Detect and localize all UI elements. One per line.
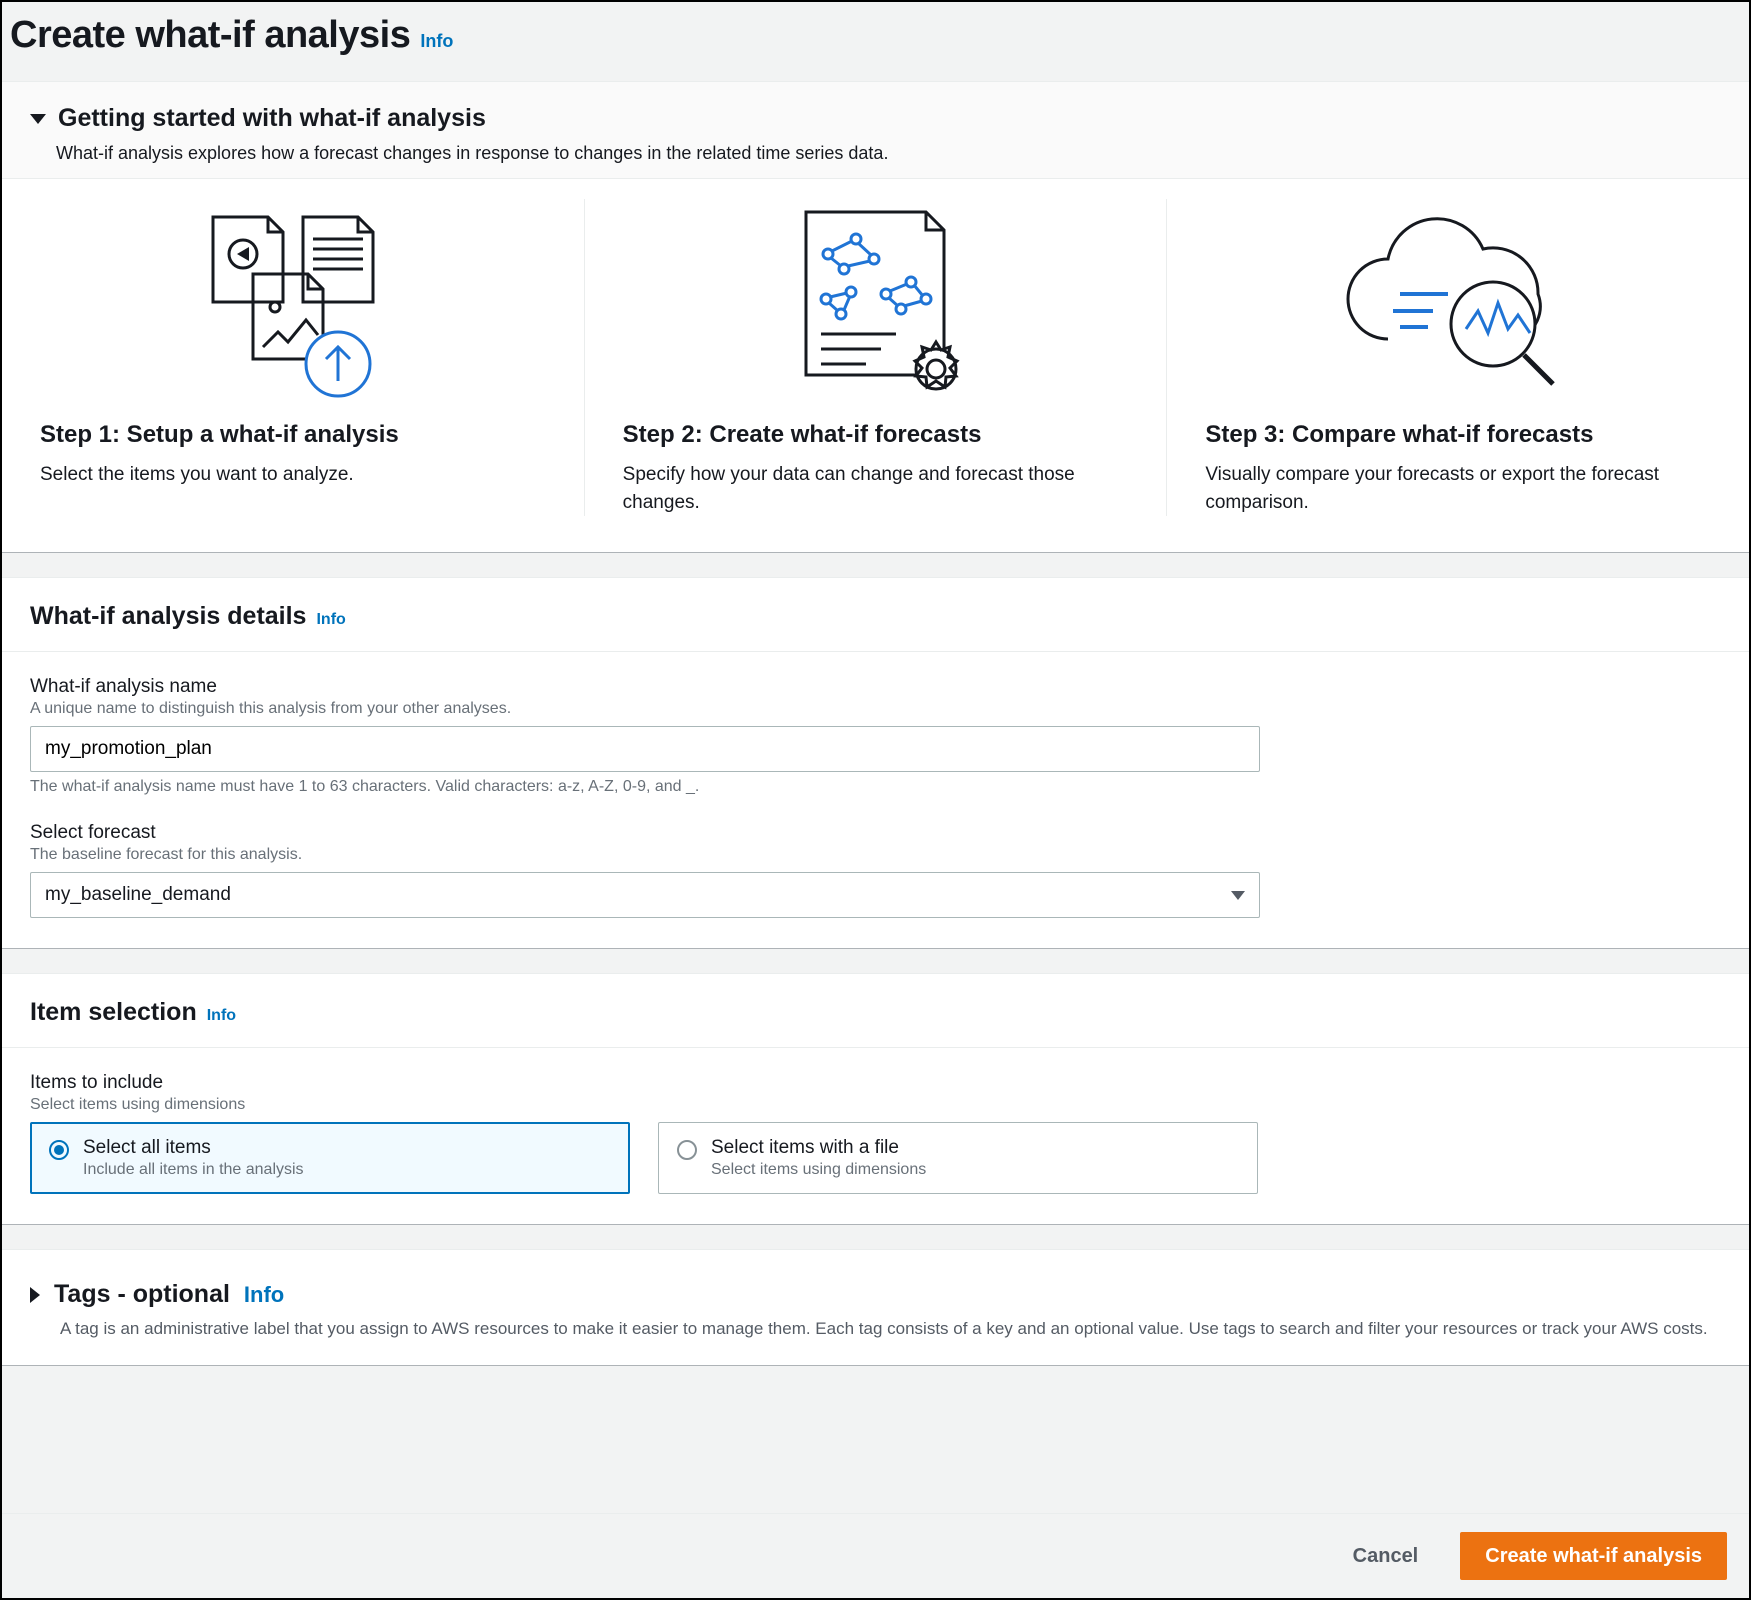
caret-down-icon [30,114,46,124]
item-selection-panel: Item selection Info Items to include Sel… [2,973,1749,1225]
step-2-title: Step 2: Create what-if forecasts [623,421,1129,449]
chevron-down-icon [1231,891,1245,900]
step-3-desc: Visually compare your forecasts or expor… [1205,461,1711,516]
create-button[interactable]: Create what-if analysis [1460,1532,1727,1580]
step-3-title: Step 3: Compare what-if forecasts [1205,421,1711,449]
details-title: What-if analysis details [30,602,306,631]
name-constraint: The what-if analysis name must have 1 to… [30,778,1721,796]
tags-toggle[interactable]: Tags - optional Info [30,1280,1721,1309]
item-selection-title: Item selection [30,998,197,1027]
items-hint: Select items using dimensions [30,1096,1721,1114]
cloud-analysis-icon [1205,199,1711,409]
step-1-desc: Select the items you want to analyze. [40,461,546,489]
name-input[interactable] [45,727,1245,771]
tile-select-items-file[interactable]: Select items with a file Select items us… [658,1122,1258,1194]
forecast-select[interactable]: my_baseline_demand [30,872,1260,918]
details-panel: What-if analysis details Info What-if an… [2,577,1749,949]
caret-right-icon [30,1287,40,1303]
forecast-label: Select forecast [30,822,1721,844]
tile-title: Select all items [83,1137,304,1159]
page-header: Create what-if analysis Info [2,2,1749,81]
step-2: Step 2: Create what-if forecasts Specify… [585,199,1168,516]
step-3: Step 3: Compare what-if forecasts Visual… [1167,199,1749,516]
item-selection-info-link[interactable]: Info [207,1007,236,1025]
process-document-icon [623,199,1129,409]
radio-icon [49,1140,69,1160]
upload-files-icon [40,199,546,409]
tile-desc: Include all items in the analysis [83,1161,304,1179]
footer: Cancel Create what-if analysis [2,1513,1749,1598]
forecast-hint: The baseline forecast for this analysis. [30,846,1721,864]
name-input-wrap [30,726,1260,772]
page-title: Create what-if analysis [10,14,410,57]
step-2-desc: Specify how your data can change and for… [623,461,1129,516]
details-info-link[interactable]: Info [316,611,345,629]
tile-title: Select items with a file [711,1137,926,1159]
cancel-button[interactable]: Cancel [1329,1532,1443,1580]
getting-started-panel: Getting started with what-if analysis Wh… [2,81,1749,553]
getting-started-subtext: What-if analysis explores how a forecast… [56,143,1721,164]
getting-started-toggle[interactable]: Getting started with what-if analysis [30,104,1721,133]
getting-started-title: Getting started with what-if analysis [58,104,486,133]
tags-info-link[interactable]: Info [244,1282,284,1308]
items-label: Items to include [30,1072,1721,1094]
tags-panel: Tags - optional Info A tag is an adminis… [2,1249,1749,1366]
tags-title: Tags - optional [54,1280,230,1309]
name-label: What-if analysis name [30,676,1721,698]
tags-desc: A tag is an administrative label that yo… [60,1319,1721,1339]
step-1-title: Step 1: Setup a what-if analysis [40,421,546,449]
forecast-value: my_baseline_demand [45,884,231,906]
name-hint: A unique name to distinguish this analys… [30,700,1721,718]
tile-desc: Select items using dimensions [711,1161,926,1179]
page-info-link[interactable]: Info [420,31,453,52]
tile-select-all-items[interactable]: Select all items Include all items in th… [30,1122,630,1194]
radio-icon [677,1140,697,1160]
step-1: Step 1: Setup a what-if analysis Select … [2,199,585,516]
